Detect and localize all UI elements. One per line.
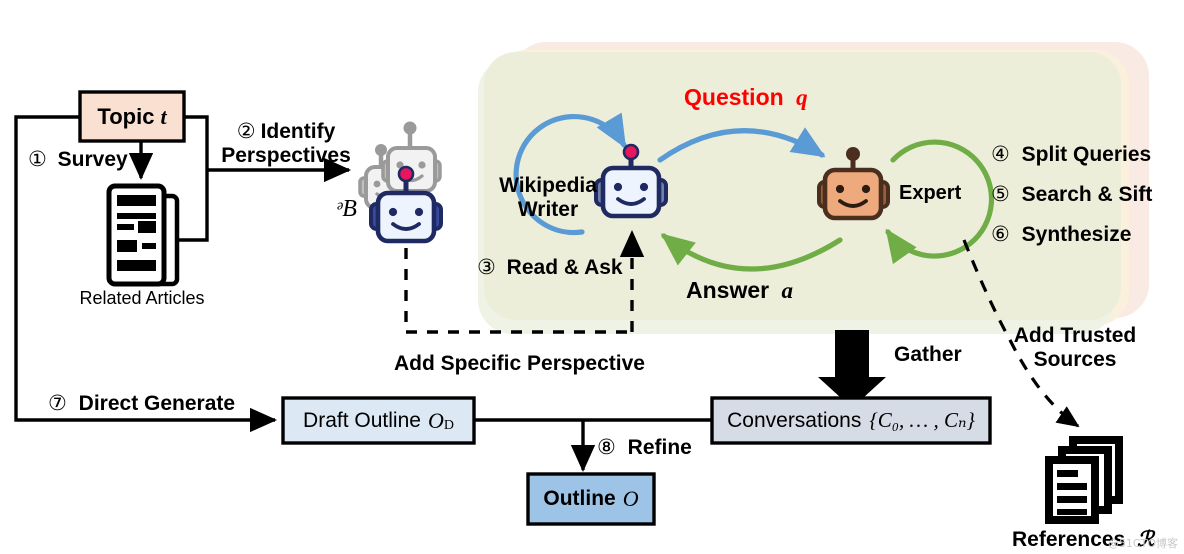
robot-group-icon [358,121,443,244]
conversations-box[interactable]: Conversations {C₀, … , Cₙ} [712,398,990,443]
article-document-icon [106,183,180,287]
outline-label: Outline [543,487,616,510]
step-read-ask-label: Read & Ask [506,256,623,279]
add-specific-perspective-label: Add Specific Perspective [394,352,645,375]
answer-label: Answer a [686,277,793,304]
step-survey-label: Survey [57,148,128,171]
answer-symbol: a [781,278,793,303]
question-text: Question [684,84,784,110]
step-synthesize-number: ⑥ [991,223,1010,246]
step-direct-generate-number: ⑦ [48,392,67,415]
expert-label: Expert [899,182,962,204]
step-search-sift: ⑤ Search & Sift [991,183,1152,207]
topic-symbol: t [160,103,167,129]
conversations-label: Conversations [727,408,862,432]
gather-arrow [818,330,886,408]
conversations-set: {C₀, … , Cₙ} [869,408,975,432]
step-split-queries-label: Split Queries [1021,143,1152,166]
step-search-sift-number: ⑤ [991,183,1010,206]
step-refine-number: ⑧ [597,436,616,459]
step-identify-line2: Perspectives [221,143,351,167]
step-identify-label1: Identify [260,120,336,143]
add-trusted-sources-line1: Add Trusted [1013,324,1137,347]
step-refine: ⑧ Refine [597,436,692,460]
outline-box[interactable]: Outline O [528,474,654,524]
step-direct-generate-label: Direct Generate [78,392,236,415]
perspectives-symbol: ᵊB [336,196,357,222]
draft-outline-symbol: O [427,407,444,433]
answer-text: Answer [686,277,770,303]
related-articles-label: Related Articles [79,288,205,308]
step-identify-perspectives: ② Identify Perspectives [206,120,366,167]
outline-symbol: O [622,486,639,511]
step-synthesize-label: Synthesize [1021,223,1132,246]
question-label: Question q [684,84,808,111]
step-split-queries-number: ④ [991,143,1010,166]
draft-outline-label: Draft Outline [303,408,421,432]
topic-box[interactable]: Topic t [80,92,184,141]
watermark: @51CTO博客 [1107,537,1178,550]
gather-label: Gather [894,343,962,366]
step-refine-label: Refine [627,436,692,459]
step-synthesize: ⑥ Synthesize [991,223,1131,247]
wikipedia-writer-line1: Wikipedia [499,174,597,197]
documents-stack-icon [1045,436,1123,524]
question-symbol: q [796,85,808,110]
step-read-ask: ③ Read & Ask [477,256,623,280]
step-split-queries: ④ Split Queries [991,143,1151,167]
wikipedia-writer-label: Wikipedia Writer [486,174,610,221]
step-direct-generate: ⑦ Direct Generate [48,392,235,416]
step-survey-number: ① [28,148,47,171]
add-trusted-sources-line2: Sources [1033,347,1117,371]
figure-canvas: Topic t ① Survey Related Articles ② Ident… [0,0,1184,554]
wikipedia-writer-line2: Writer [517,197,579,221]
draft-outline-subscript: D [443,418,454,433]
step-survey: ① Survey [28,148,128,172]
step-search-sift-label: Search & Sift [1021,183,1153,206]
add-trusted-sources-label: Add Trusted Sources [1000,324,1150,371]
draft-outline-box[interactable]: Draft Outline O D [283,398,474,443]
topic-label: Topic [97,103,155,129]
step-identify-line1: ② Identify [206,120,366,144]
step-read-ask-number: ③ [477,256,496,279]
step-identify-number: ② [236,120,256,143]
